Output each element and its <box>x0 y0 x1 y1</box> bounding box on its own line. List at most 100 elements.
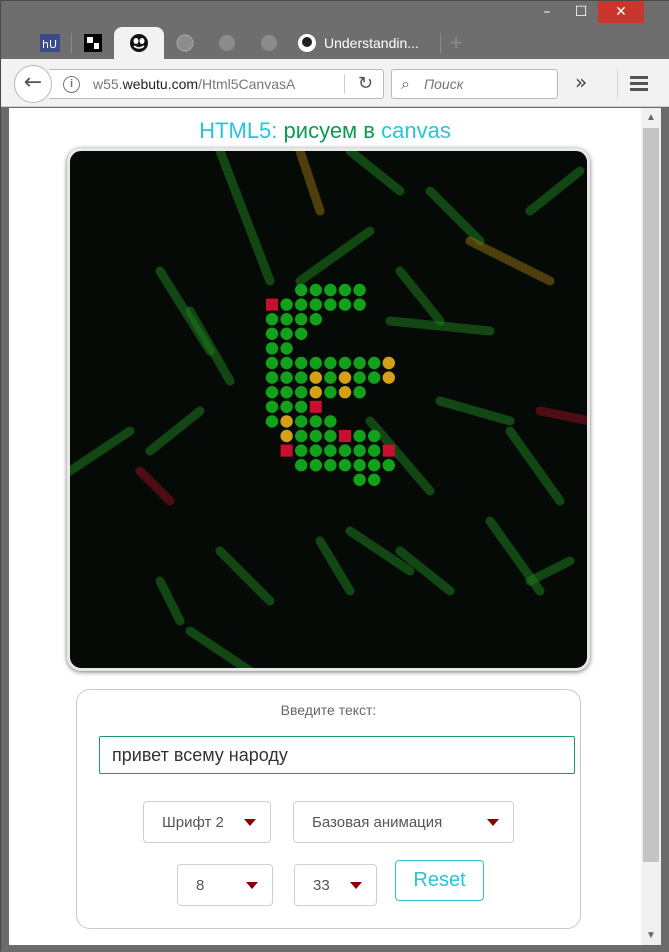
scroll-up-icon[interactable]: ▲ <box>646 112 656 123</box>
count-select[interactable]: 33 <box>294 864 377 906</box>
vertical-scrollbar[interactable]: ▲ ▼ <box>641 108 661 945</box>
letter-dot <box>338 386 352 399</box>
tab-hu[interactable]: hU <box>29 27 71 59</box>
letter-dot <box>309 459 322 472</box>
letter-dot <box>295 444 308 457</box>
letter-dot <box>295 356 308 370</box>
letter-dot <box>309 429 322 443</box>
letter-dot <box>353 473 366 486</box>
letter-dot <box>324 298 337 311</box>
particle-streak <box>295 226 375 286</box>
scroll-down-icon[interactable]: ▼ <box>646 930 656 941</box>
info-icon[interactable]: i <box>63 76 80 93</box>
tab-strip: hU Understandin... + <box>29 25 471 59</box>
reload-icon[interactable]: ↻ <box>358 73 373 94</box>
letter-dot <box>353 356 366 370</box>
particle-streak <box>435 396 515 426</box>
animation-select-value: Базовая анимация <box>312 814 443 831</box>
maximize-button[interactable]: ☐ <box>564 1 598 23</box>
letter-dot <box>280 386 293 399</box>
font-select[interactable]: Шрифт 2 <box>143 801 271 843</box>
letter-dot <box>265 400 279 413</box>
tab-puzzle[interactable] <box>72 27 114 59</box>
face-icon <box>130 34 148 52</box>
letter-dot <box>280 298 293 311</box>
close-window-button[interactable]: ✕ <box>598 1 644 23</box>
new-tab-button[interactable]: + <box>441 27 471 59</box>
letter-dot <box>353 429 366 443</box>
hamburger-menu-icon[interactable] <box>617 70 655 98</box>
letter-dot <box>266 298 278 311</box>
controls-panel: Введите текст: Шрифт 2 Базовая анимация … <box>76 689 581 929</box>
particle-streak <box>215 546 275 606</box>
particle-streak <box>525 556 575 586</box>
particle-streak <box>315 536 355 596</box>
url-separator <box>344 74 345 94</box>
search-icon: ⌕ <box>401 74 410 93</box>
animation-select[interactable]: Базовая анимация <box>293 801 514 843</box>
letter-dot <box>382 371 395 384</box>
particle-streak <box>135 466 175 506</box>
letter-dot <box>280 356 293 370</box>
particle-streak <box>535 406 587 425</box>
drawing-canvas[interactable] <box>67 148 590 671</box>
letter-dot <box>324 356 337 370</box>
letter-dot <box>280 342 293 355</box>
url-bar[interactable]: i w55.webutu.com/Html5CanvasA ↻ <box>49 69 384 99</box>
overflow-chevron-icon[interactable]: » <box>575 70 587 94</box>
letter-dot <box>265 327 279 340</box>
letter-dot <box>280 429 293 443</box>
browser-window: – ☐ ✕ hU Understandin... + i w55.webutu.… <box>0 0 669 952</box>
particle-streak <box>465 236 555 286</box>
letter-dot <box>295 415 308 428</box>
letter-dot <box>295 459 308 472</box>
letter-dot <box>295 386 308 399</box>
letter-dot <box>280 327 293 340</box>
chevron-down-icon <box>244 819 256 826</box>
letter-dot <box>295 327 308 340</box>
tab-active[interactable] <box>114 27 164 59</box>
letter-dot <box>309 386 322 399</box>
count-select-value: 33 <box>313 877 330 894</box>
tab-blank-1[interactable] <box>164 27 206 59</box>
particle-streak <box>215 151 275 286</box>
letter-dot <box>353 283 366 297</box>
letter-dot <box>368 429 381 443</box>
tab-github[interactable]: Understandin... <box>290 27 440 59</box>
navigation-bar: i w55.webutu.com/Html5CanvasA ↻ ← ⌕ Поис… <box>1 59 669 107</box>
size-select[interactable]: 8 <box>177 864 273 906</box>
letter-dot <box>324 283 337 297</box>
particle-streak <box>295 151 325 216</box>
text-input[interactable] <box>99 736 575 774</box>
particle-streak <box>155 576 185 626</box>
letter-dot <box>280 400 293 413</box>
letter-dot <box>339 430 351 442</box>
letter-dot <box>295 429 308 443</box>
minimize-button[interactable]: – <box>530 1 564 23</box>
letter-dot <box>309 371 322 384</box>
url-text[interactable]: w55.webutu.com/Html5CanvasA <box>93 76 295 92</box>
letter-dot <box>265 415 279 428</box>
page-viewport: HTML5: рисуем в canvas Введите текст: Шр… <box>9 108 641 945</box>
particle-streak <box>385 316 495 336</box>
text-input-label: Введите текст: <box>280 702 377 718</box>
search-box[interactable]: ⌕ Поиск <box>391 69 558 99</box>
scroll-thumb[interactable] <box>643 128 659 862</box>
tab-blank-3[interactable] <box>248 27 290 59</box>
reset-button[interactable]: Reset <box>395 860 484 901</box>
letter-dot <box>353 298 366 311</box>
letter-dot <box>368 459 381 472</box>
letter-dot <box>280 371 293 384</box>
letter-dot <box>324 429 337 443</box>
letter-dot <box>338 356 352 370</box>
letter-dot <box>265 342 279 355</box>
letter-dot <box>265 313 279 326</box>
search-placeholder: Поиск <box>424 76 464 92</box>
tab-blank-2[interactable] <box>206 27 248 59</box>
github-icon <box>298 34 316 52</box>
font-select-value: Шрифт 2 <box>162 814 224 831</box>
letter-dot <box>309 283 322 297</box>
letter-dot <box>368 371 381 384</box>
letter-dot <box>280 415 293 428</box>
back-button[interactable]: ← <box>14 65 52 103</box>
